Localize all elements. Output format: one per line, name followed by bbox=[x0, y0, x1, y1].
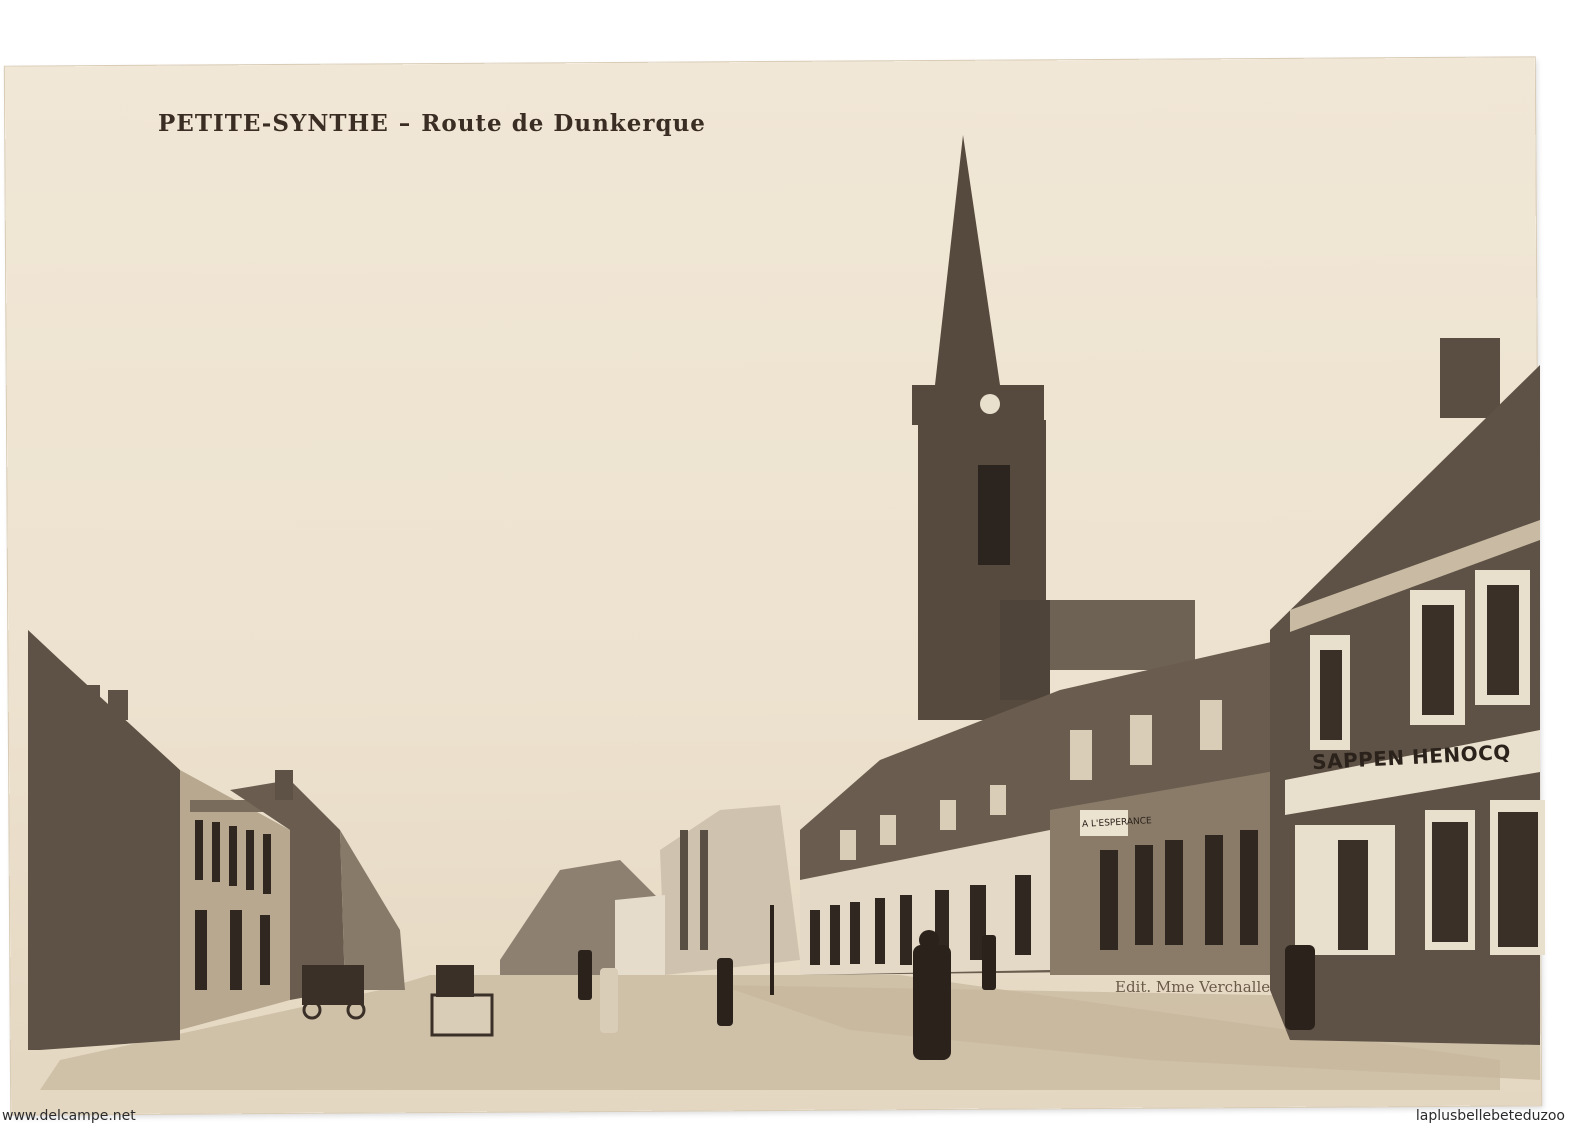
watermark-left: www.delcampe.net bbox=[2, 1108, 136, 1124]
distant-buildings bbox=[500, 805, 800, 975]
corner-shop-building bbox=[1270, 338, 1545, 1045]
caption-street: Route de Dunkerque bbox=[421, 110, 706, 137]
watermark-right: laplusbellebeteduzoo bbox=[1415, 1108, 1565, 1124]
caption-place: PETITE-SYNTHE bbox=[158, 110, 389, 137]
church-tower bbox=[912, 135, 1195, 720]
caption-separator: – bbox=[398, 110, 412, 137]
postcard-caption: PETITE-SYNTHE – Route de Dunkerque bbox=[158, 110, 706, 137]
street-scene-illustration bbox=[28, 135, 1545, 1090]
publisher-credit: Edit. Mme Verchalle bbox=[1115, 978, 1271, 996]
